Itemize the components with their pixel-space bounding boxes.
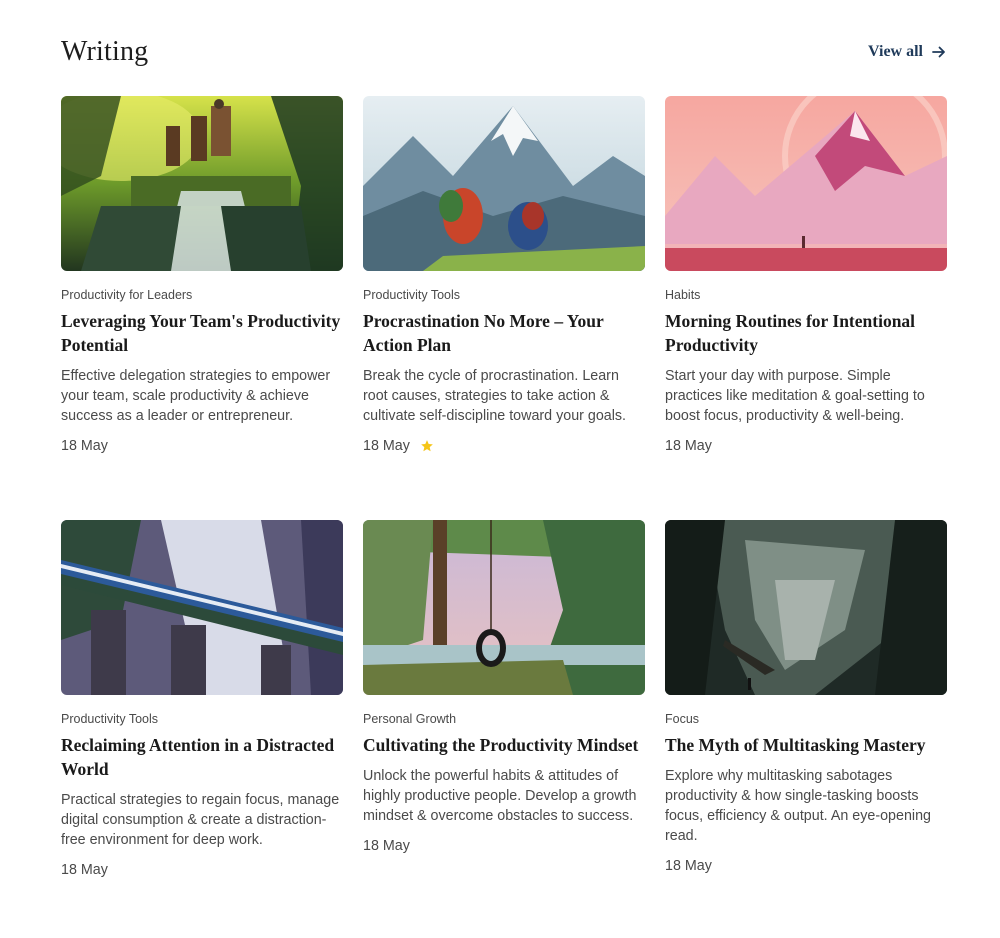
post-card[interactable]: Productivity Tools Reclaiming Attention … <box>61 520 343 938</box>
post-category[interactable]: Productivity for Leaders <box>61 287 343 303</box>
posts-grid: Productivity for Leaders Leveraging Your… <box>61 96 948 938</box>
post-excerpt: Break the cycle of procrastination. Lear… <box>363 368 627 424</box>
post-title[interactable]: Cultivating the Productivity Mindset <box>363 733 645 757</box>
post-date: 18 May <box>665 438 712 454</box>
post-title[interactable]: Procrastination No More – Your Action Pl… <box>363 309 645 357</box>
post-category[interactable]: Focus <box>665 711 947 727</box>
dark-cave-ruins-image <box>665 520 947 695</box>
post-meta: 18 May <box>61 437 343 455</box>
post-date: 18 May <box>665 858 712 874</box>
post-meta: 18 May <box>61 861 343 879</box>
post-excerpt: Start your day with purpose. Simple prac… <box>665 368 925 424</box>
post-card[interactable]: Habits Morning Routines for Intentional … <box>665 96 947 520</box>
view-all-label: View all <box>868 43 923 60</box>
pink-mountain-lake-image <box>665 96 947 271</box>
train-viaduct-waterfall-image <box>61 520 343 695</box>
post-title[interactable]: Leveraging Your Team's Productivity Pote… <box>61 309 343 357</box>
post-thumbnail[interactable] <box>665 520 947 695</box>
section-header: Writing View all <box>61 34 947 70</box>
post-meta: 18 May <box>665 857 947 875</box>
post-title[interactable]: Morning Routines for Intentional Product… <box>665 309 947 357</box>
post-date: 18 May <box>61 862 108 878</box>
post-category[interactable]: Personal Growth <box>363 711 645 727</box>
post-date: 18 May <box>363 838 410 854</box>
post-category[interactable]: Habits <box>665 287 947 303</box>
star-icon <box>421 440 433 452</box>
tire-swing-lake-image <box>363 520 645 695</box>
post-category[interactable]: Productivity Tools <box>61 711 343 727</box>
post-date: 18 May <box>363 438 410 454</box>
post-thumbnail[interactable] <box>61 96 343 271</box>
view-all-link[interactable]: View all <box>868 43 947 61</box>
warriors-mountain-peaks-image <box>363 96 645 271</box>
post-thumbnail[interactable] <box>363 96 645 271</box>
post-thumbnail[interactable] <box>61 520 343 695</box>
post-card[interactable]: Productivity Tools Procrastination No Mo… <box>363 96 645 520</box>
riders-waterfall-forest-image <box>61 96 343 271</box>
post-title[interactable]: Reclaiming Attention in a Distracted Wor… <box>61 733 343 781</box>
arrow-right-icon <box>932 46 945 58</box>
post-card[interactable]: Focus The Myth of Multitasking Mastery E… <box>665 520 947 938</box>
post-meta: 18 May <box>665 437 947 455</box>
post-meta: 18 May <box>363 837 645 855</box>
post-card[interactable]: Personal Growth Cultivating the Producti… <box>363 520 645 938</box>
section-title: Writing <box>61 36 149 67</box>
post-card[interactable]: Productivity for Leaders Leveraging Your… <box>61 96 343 520</box>
post-excerpt: Unlock the powerful habits & attitudes o… <box>363 768 637 824</box>
post-excerpt: Effective delegation strategies to empow… <box>61 368 331 424</box>
post-title[interactable]: The Myth of Multitasking Mastery <box>665 733 947 757</box>
post-excerpt: Practical strategies to regain focus, ma… <box>61 792 340 848</box>
post-date: 18 May <box>61 438 108 454</box>
post-excerpt: Explore why multitasking sabotages produ… <box>665 768 931 844</box>
post-thumbnail[interactable] <box>363 520 645 695</box>
post-thumbnail[interactable] <box>665 96 947 271</box>
post-category[interactable]: Productivity Tools <box>363 287 645 303</box>
post-meta: 18 May <box>363 437 645 455</box>
